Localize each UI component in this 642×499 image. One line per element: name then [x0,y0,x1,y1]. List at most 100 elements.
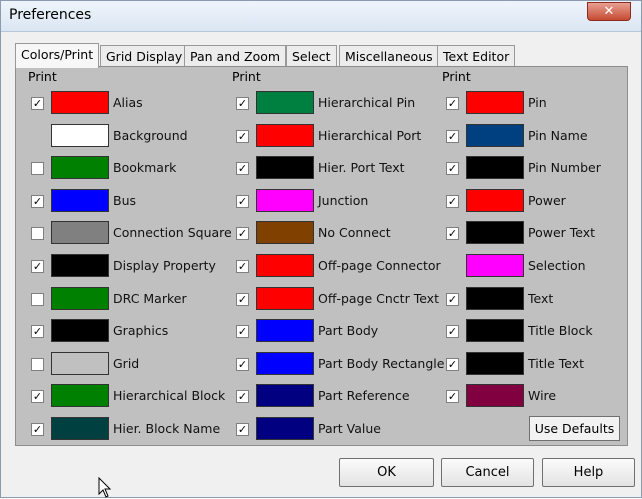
color-setting-label: Hier. Port Text [318,160,405,175]
color-swatch[interactable] [256,156,314,179]
color-swatch[interactable] [466,189,524,212]
print-checkbox[interactable]: ✓ [236,97,249,110]
color-setting-label: Hier. Block Name [113,421,221,436]
print-checkbox[interactable]: ✓ [31,195,44,208]
color-swatch[interactable] [256,221,314,244]
print-checkbox[interactable] [31,358,44,371]
print-checkbox[interactable]: ✓ [31,97,44,110]
tab-miscellaneous[interactable]: Miscellaneous [339,45,439,67]
color-swatch[interactable] [256,91,314,114]
print-checkbox[interactable]: ✓ [236,325,249,338]
print-checkbox[interactable]: ✓ [446,293,459,306]
color-swatch[interactable] [51,221,109,244]
color-setting-label: Alias [113,95,143,110]
color-setting-label: Part Value [318,421,381,436]
print-checkbox[interactable]: ✓ [236,390,249,403]
print-checkbox[interactable]: ✓ [236,358,249,371]
color-swatch[interactable] [51,156,109,179]
color-setting-label: Off-page Cnctr Text [318,291,439,306]
color-setting-label: Graphics [113,323,169,338]
color-swatch[interactable] [466,91,524,114]
preferences-dialog: Preferences ✕ Colors/Print Grid Display … [0,0,642,498]
print-checkbox[interactable]: ✓ [236,423,249,436]
window-title: Preferences [9,7,92,23]
ok-button[interactable]: OK [339,458,434,487]
color-setting-label: Hierarchical Block [113,388,226,403]
print-checkbox[interactable] [31,293,44,306]
color-swatch[interactable] [256,189,314,212]
tab-colors-print[interactable]: Colors/Print [15,43,100,68]
color-setting-label: Junction [318,193,369,208]
print-checkbox[interactable]: ✓ [446,130,459,143]
color-setting-label: No Connect [318,225,391,240]
color-setting-label: Grid [113,356,140,371]
color-swatch[interactable] [256,124,314,147]
print-checkbox[interactable] [31,162,44,175]
print-checkbox[interactable]: ✓ [236,227,249,240]
color-swatch[interactable] [256,384,314,407]
close-icon[interactable]: ✕ [587,2,631,21]
color-swatch[interactable] [466,384,524,407]
color-setting-label: Off-page Connector [318,258,441,273]
color-swatch[interactable] [466,156,524,179]
print-checkbox[interactable]: ✓ [236,293,249,306]
color-swatch[interactable] [256,417,314,440]
color-swatch[interactable] [466,221,524,244]
color-setting-label: Part Body [318,323,379,338]
color-swatch[interactable] [51,417,109,440]
print-checkbox[interactable]: ✓ [446,390,459,403]
print-checkbox[interactable]: ✓ [31,325,44,338]
print-checkbox[interactable]: ✓ [446,97,459,110]
tab-pan-and-zoom[interactable]: Pan and Zoom [184,45,287,67]
color-swatch[interactable] [51,124,109,147]
tab-text-editor[interactable]: Text Editor [437,45,516,67]
color-swatch[interactable] [51,91,109,114]
print-checkbox[interactable]: ✓ [236,195,249,208]
print-checkbox[interactable]: ✓ [446,162,459,175]
print-header: Print [28,69,57,84]
use-defaults-button[interactable]: Use Defaults [529,416,620,441]
help-button[interactable]: Help [542,458,635,487]
print-checkbox[interactable]: ✓ [446,325,459,338]
color-swatch[interactable] [466,319,524,342]
color-swatch[interactable] [466,287,524,310]
color-swatch[interactable] [256,287,314,310]
tab-grid-display[interactable]: Grid Display [100,45,189,67]
color-setting-label: Title Block [528,323,593,338]
color-swatch[interactable] [51,254,109,277]
color-swatch[interactable] [256,319,314,342]
color-setting-label: Pin [528,95,547,110]
print-checkbox[interactable]: ✓ [31,423,44,436]
print-checkbox[interactable]: ✓ [446,358,459,371]
print-checkbox[interactable]: ✓ [236,130,249,143]
print-checkbox[interactable]: ✓ [446,195,459,208]
color-setting-label: Power [528,193,566,208]
color-swatch[interactable] [466,352,524,375]
print-checkbox[interactable]: ✓ [446,227,459,240]
color-setting-label: Connection Square [113,225,232,240]
title-bar: Preferences ✕ [1,1,641,32]
color-setting-label: DRC Marker [113,291,187,306]
color-swatch[interactable] [51,287,109,310]
color-swatch[interactable] [51,319,109,342]
tab-select[interactable]: Select [286,45,337,67]
color-swatch[interactable] [466,254,524,277]
print-checkbox[interactable]: ✓ [236,260,249,273]
color-setting-label: Selection [528,258,586,273]
color-swatch[interactable] [256,254,314,277]
print-checkbox[interactable]: ✓ [31,390,44,403]
print-checkbox[interactable]: ✓ [31,260,44,273]
color-setting-label: Pin Name [528,128,588,143]
color-swatch[interactable] [466,124,524,147]
color-swatch[interactable] [256,352,314,375]
color-setting-label: Background [113,128,188,143]
print-header: Print [442,69,471,84]
cancel-button[interactable]: Cancel [441,458,534,487]
print-checkbox[interactable]: ✓ [236,162,249,175]
color-setting-label: Part Reference [318,388,410,403]
color-swatch[interactable] [51,384,109,407]
print-checkbox[interactable] [31,227,44,240]
color-setting-label: Bus [113,193,137,208]
color-swatch[interactable] [51,189,109,212]
color-swatch[interactable] [51,352,109,375]
